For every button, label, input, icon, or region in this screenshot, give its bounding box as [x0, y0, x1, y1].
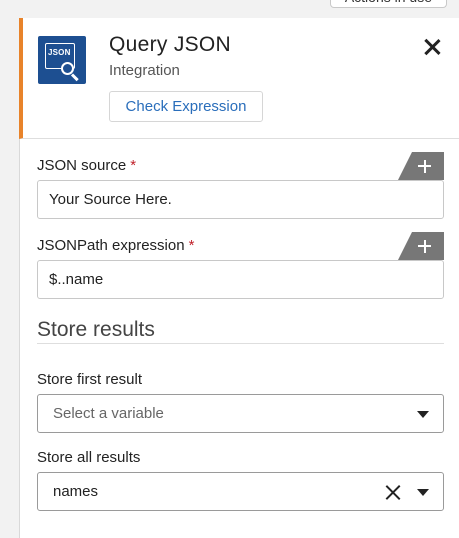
jsonpath-expression-label: JSONPath expression * — [37, 237, 195, 254]
store-first-result-label: Store first result — [37, 371, 143, 388]
top-bar: Actions in use — [0, 0, 459, 18]
store-all-results-label: Store all results — [37, 449, 141, 466]
store-results-heading: Store results — [37, 318, 155, 341]
store-first-result-select[interactable]: Select a variable — [37, 394, 444, 433]
caret-down-icon — [417, 411, 429, 418]
panel-subtitle: Integration — [109, 62, 180, 79]
store-first-result-placeholder: Select a variable — [53, 405, 164, 422]
add-json-source-plus-icon[interactable] — [398, 152, 444, 180]
jsonpath-expression-input[interactable] — [37, 260, 444, 299]
panel-header: JSON Query JSON Integration Check Expres… — [19, 18, 459, 139]
close-icon[interactable] — [423, 38, 441, 56]
actions-in-use-button[interactable]: Actions in use — [329, 0, 447, 8]
json-source-input[interactable] — [37, 180, 444, 219]
panel-title: Query JSON — [109, 33, 232, 56]
store-all-results-value: names — [53, 483, 99, 500]
json-source-label: JSON source * — [37, 157, 137, 174]
add-jsonpath-plus-icon[interactable] — [398, 232, 444, 260]
caret-down-icon — [417, 489, 429, 496]
check-expression-button[interactable]: Check Expression — [109, 91, 263, 122]
store-all-results-select[interactable]: names — [37, 472, 444, 511]
required-marker: * — [188, 237, 195, 254]
clear-icon[interactable] — [385, 485, 400, 500]
app-icon-label: JSON — [48, 48, 71, 57]
json-query-app-icon: JSON — [38, 36, 86, 84]
required-marker: * — [130, 157, 137, 174]
query-json-panel: JSON Query JSON Integration Check Expres… — [19, 18, 459, 538]
section-divider — [37, 343, 444, 344]
